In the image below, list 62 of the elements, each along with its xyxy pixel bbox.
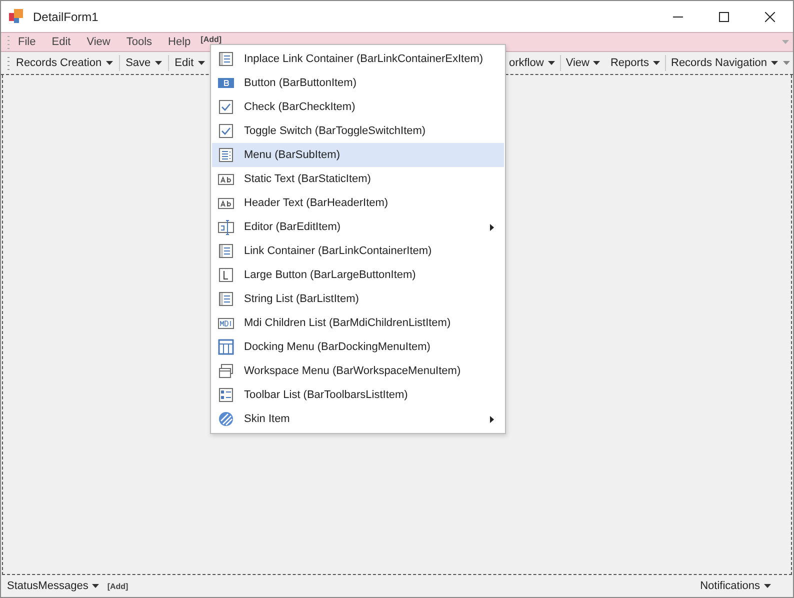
caret-icon — [548, 61, 555, 65]
caret-icon — [653, 61, 660, 65]
windows-icon — [218, 363, 234, 379]
popup-menu-item[interactable]: Header Text (BarHeaderItem) — [212, 191, 504, 215]
submenu-arrow-icon — [490, 224, 494, 230]
popup-menu-item[interactable]: Inplace Link Container (BarLinkContainerExItem) — [212, 47, 504, 71]
menu-icon — [218, 147, 234, 163]
menu-item[interactable]: Edit — [44, 36, 79, 48]
menu-item[interactable]: File — [10, 36, 44, 48]
caret-icon — [764, 584, 771, 588]
popup-menu-item[interactable]: Toolbar List (BarToolbarsListItem) — [212, 383, 504, 407]
toolbar-dropdown[interactable]: Save — [120, 57, 168, 69]
button-icon — [218, 75, 234, 91]
popup-menu-item[interactable]: Toggle Switch (BarToggleSwitchItem) — [212, 119, 504, 143]
app-logo-icon — [9, 8, 25, 24]
checkbox-icon — [218, 123, 234, 139]
list-icon — [218, 243, 234, 259]
checkbox-icon — [218, 99, 234, 115]
caret-icon — [198, 61, 205, 65]
add-link[interactable]: [Add] — [107, 582, 128, 590]
popup-menu-item[interactable]: Link Container (BarLinkContainerItem) — [212, 239, 504, 263]
popup-menu-item[interactable]: Static Text (BarStaticItem) — [212, 167, 504, 191]
menu-item[interactable]: Help — [160, 36, 199, 48]
popup-menu-item[interactable]: Skin Item — [212, 407, 504, 431]
caret-icon — [106, 61, 113, 65]
status-dropdown[interactable]: Notifications — [694, 580, 777, 592]
text-icon — [218, 195, 234, 211]
window-icon — [218, 339, 234, 355]
caret-icon — [154, 61, 162, 65]
popup-menu-item[interactable]: Docking Menu (BarDockingMenuItem) — [212, 335, 504, 359]
window-list-icon — [218, 315, 234, 331]
maximize-icon[interactable] — [719, 12, 729, 22]
popup-menu-item[interactable]: String List (BarListItem) — [212, 287, 504, 311]
toolbar-dropdown[interactable]: Reports — [605, 57, 665, 69]
toolbar-dropdown[interactable]: Records Creation — [10, 57, 119, 69]
popup-menu-item[interactable]: Workspace Menu (BarWorkspaceMenuItem) — [212, 359, 504, 383]
toolbar-dropdown[interactable]: Edit — [168, 57, 211, 69]
window-title: DetailForm1 — [33, 10, 98, 24]
popup-menu-item[interactable]: Editor (BarEditItem) — [212, 215, 504, 239]
menu-item[interactable]: View — [78, 36, 118, 48]
toolbar-dropdown[interactable]: View — [560, 57, 606, 69]
caret-icon — [92, 584, 100, 588]
toolbar-dropdown[interactable]: orkflow — [504, 57, 560, 69]
popup-menu-item[interactable]: Mdi Children List (BarMdiChildrenListItem) — [212, 311, 504, 335]
text-icon — [218, 171, 234, 187]
list-icon — [218, 51, 234, 67]
submenu-arrow-icon — [490, 416, 494, 422]
text-field-icon — [218, 219, 234, 235]
caret-icon — [593, 61, 600, 65]
status-dropdown[interactable]: StatusMessages — [7, 580, 106, 592]
toolbar-dropdown[interactable]: Records Navigation — [666, 57, 783, 69]
add-link[interactable]: [Add] — [200, 35, 222, 44]
menu-item[interactable]: Tools — [118, 36, 160, 48]
popup-menu-item[interactable]: Large Button (BarLargeButtonItem) — [212, 263, 504, 287]
list-icon — [218, 291, 234, 307]
popup-menu-item[interactable]: Menu (BarSubItem) — [212, 143, 504, 167]
popup-menu-item[interactable]: Check (BarCheckItem) — [212, 95, 504, 119]
striped-circle-icon — [218, 411, 234, 427]
toolbar-list-icon — [218, 387, 234, 403]
letter-box-icon — [218, 267, 234, 283]
popup-menu-item[interactable]: Button (BarButtonItem) — [212, 71, 504, 95]
close-icon[interactable] — [765, 12, 775, 22]
